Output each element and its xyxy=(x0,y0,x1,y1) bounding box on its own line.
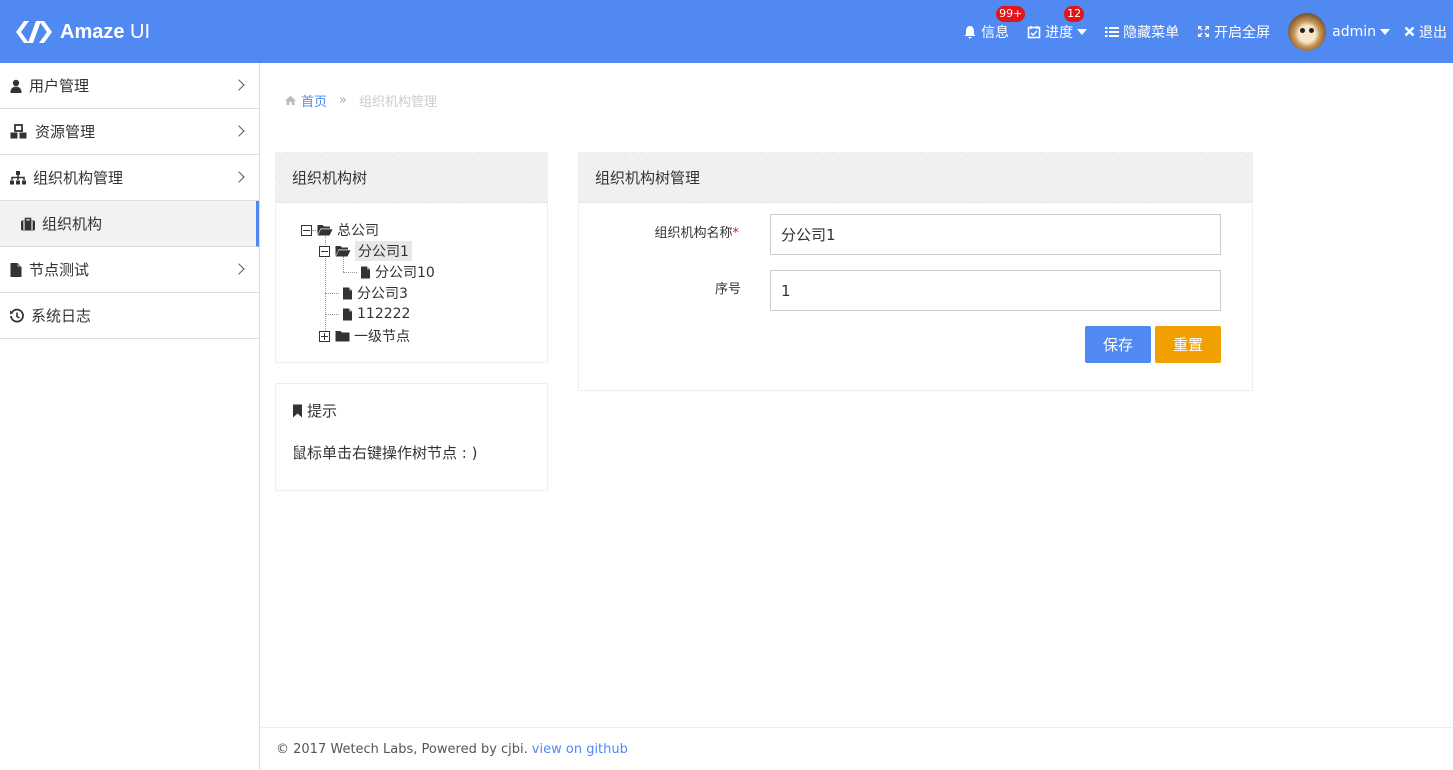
logout-button[interactable]: 退出 xyxy=(1404,22,1447,42)
breadcrumb-separator: » xyxy=(339,93,347,108)
sidebar-item-org[interactable]: 组织机构 xyxy=(0,201,259,247)
tree-node-label: 分公司10 xyxy=(375,265,435,281)
expand-icon[interactable] xyxy=(319,330,330,342)
cubes-icon xyxy=(10,123,27,138)
tree-node-112222[interactable]: 112222 xyxy=(342,304,410,324)
sidebar-item-node-test[interactable]: 节点测试 xyxy=(0,247,259,293)
tree-node-level1[interactable]: 一级节点 xyxy=(319,326,410,346)
sidebar-item-label: 用户管理 xyxy=(29,77,90,95)
breadcrumb-home[interactable]: 首页 xyxy=(284,91,327,110)
chevron-right-icon xyxy=(233,171,245,183)
footer-text: © 2017 Wetech Labs, Powered by cjbi. xyxy=(276,741,528,757)
tip-title-label: 提示 xyxy=(307,402,338,420)
bookmark-icon xyxy=(293,404,302,417)
sidebar-item-label: 系统日志 xyxy=(31,307,92,325)
fullscreen-button[interactable]: 开启全屏 xyxy=(1197,22,1270,42)
tip-text: 鼠标单击右键操作树节点 : ) xyxy=(292,444,478,462)
calendar-check-icon xyxy=(1027,25,1041,38)
caret-down-icon xyxy=(1380,28,1390,35)
logout-label: 退出 xyxy=(1419,24,1447,41)
sidebar: 用户管理 资源管理 组织机构管理 组织机构 节点测试 系统日志 xyxy=(0,63,260,770)
tree-node-label: 分公司3 xyxy=(357,286,408,302)
sidebar-item-label: 节点测试 xyxy=(29,261,90,279)
user-menu[interactable]: admin xyxy=(1288,12,1390,51)
home-icon xyxy=(285,96,296,105)
tree-node-branch1[interactable]: 分公司1 xyxy=(319,241,412,261)
sidebar-item-system-log[interactable]: 系统日志 xyxy=(0,293,259,339)
footer: © 2017 Wetech Labs, Powered by cjbi. vie… xyxy=(260,727,1453,770)
progress-menu[interactable]: 进度 12 xyxy=(1027,5,1088,42)
messages-menu[interactable]: 信息 99+ xyxy=(963,5,1026,42)
logo-text: Amaze UI xyxy=(60,20,151,43)
messages-badge: 99+ xyxy=(996,5,1026,22)
top-header: Amaze UI 信息 99+ 进度 12 隐藏菜单 开启全屏 admin 退出 xyxy=(0,0,1453,63)
tree-node-label: 总公司 xyxy=(337,223,379,239)
hide-menu-button[interactable]: 隐藏菜单 xyxy=(1105,22,1179,42)
folder-icon xyxy=(335,331,350,342)
messages-label: 信息 xyxy=(981,24,1010,41)
logo-icon xyxy=(16,21,52,43)
sidebar-item-resource-management[interactable]: 资源管理 xyxy=(0,109,259,155)
tree-node-root[interactable]: 总公司 xyxy=(301,220,379,240)
breadcrumb-current: 组织机构管理 xyxy=(358,95,437,110)
org-name-label: 组织机构名称* xyxy=(639,222,739,241)
sidebar-item-user-management[interactable]: 用户管理 xyxy=(0,63,259,109)
briefcase-icon xyxy=(21,217,35,230)
required-mark: * xyxy=(732,226,740,241)
user-name: admin xyxy=(1332,23,1376,40)
file-icon xyxy=(10,262,22,277)
history-icon xyxy=(10,308,24,322)
collapse-icon[interactable] xyxy=(301,224,312,236)
expand-icon xyxy=(1198,26,1210,37)
breadcrumb: 首页 » 组织机构管理 xyxy=(284,91,437,110)
tree-node-branch3[interactable]: 分公司3 xyxy=(342,283,408,303)
order-label: 序号 xyxy=(714,282,741,297)
file-icon xyxy=(343,308,352,320)
sidebar-item-label: 资源管理 xyxy=(35,123,96,141)
sidebar-item-org-management[interactable]: 组织机构管理 xyxy=(0,155,259,201)
org-tree-panel: 组织机构树 总公司 分公司1 分公司10 分公司3 112222 一级节点 xyxy=(275,152,548,363)
tip-title: 提示 xyxy=(292,400,337,421)
progress-badge: 12 xyxy=(1064,5,1085,22)
file-icon xyxy=(343,287,352,299)
tree-node-label: 一级节点 xyxy=(354,329,410,345)
tree-node-branch10[interactable]: 分公司10 xyxy=(360,262,435,282)
github-link[interactable]: view on github xyxy=(532,742,628,757)
fullscreen-label: 开启全屏 xyxy=(1214,24,1271,41)
panel-title: 组织机构树管理 xyxy=(579,153,1252,203)
list-icon xyxy=(1105,26,1120,37)
progress-label: 进度 xyxy=(1045,24,1074,41)
sidebar-item-label: 组织机构管理 xyxy=(33,169,124,187)
collapse-icon[interactable] xyxy=(319,245,330,257)
panel-title: 组织机构树 xyxy=(276,153,547,203)
breadcrumb-home-label: 首页 xyxy=(301,95,328,110)
folder-open-icon xyxy=(317,225,333,236)
close-icon xyxy=(1404,26,1415,37)
user-icon xyxy=(10,79,22,93)
top-nav: 信息 99+ 进度 12 隐藏菜单 开启全屏 admin 退出 xyxy=(945,0,1447,63)
folder-open-icon xyxy=(335,246,351,257)
tree-node-label: 112222 xyxy=(357,306,411,322)
logo[interactable]: Amaze UI xyxy=(14,16,150,48)
sitemap-icon xyxy=(10,170,26,184)
save-button[interactable]: 保存 xyxy=(1085,326,1151,363)
chevron-right-icon xyxy=(233,125,245,137)
avatar xyxy=(1288,12,1327,51)
hide-menu-label: 隐藏菜单 xyxy=(1123,24,1180,41)
tree-node-label-selected: 分公司1 xyxy=(355,241,412,261)
org-form-panel: 组织机构树管理 组织机构名称* 序号 保存 重置 xyxy=(578,152,1253,391)
reset-button[interactable]: 重置 xyxy=(1155,326,1221,363)
tip-panel: 提示 鼠标单击右键操作树节点 : ) xyxy=(275,383,548,491)
order-input[interactable] xyxy=(770,270,1221,311)
chevron-right-icon xyxy=(233,263,245,275)
chevron-right-icon xyxy=(233,79,245,91)
org-name-label-text: 组织机构名称 xyxy=(654,226,733,241)
file-icon xyxy=(361,266,370,278)
sidebar-item-label: 组织机构 xyxy=(42,215,103,233)
bell-icon xyxy=(964,25,976,38)
caret-down-icon xyxy=(1077,28,1088,35)
org-name-input[interactable] xyxy=(770,214,1221,255)
